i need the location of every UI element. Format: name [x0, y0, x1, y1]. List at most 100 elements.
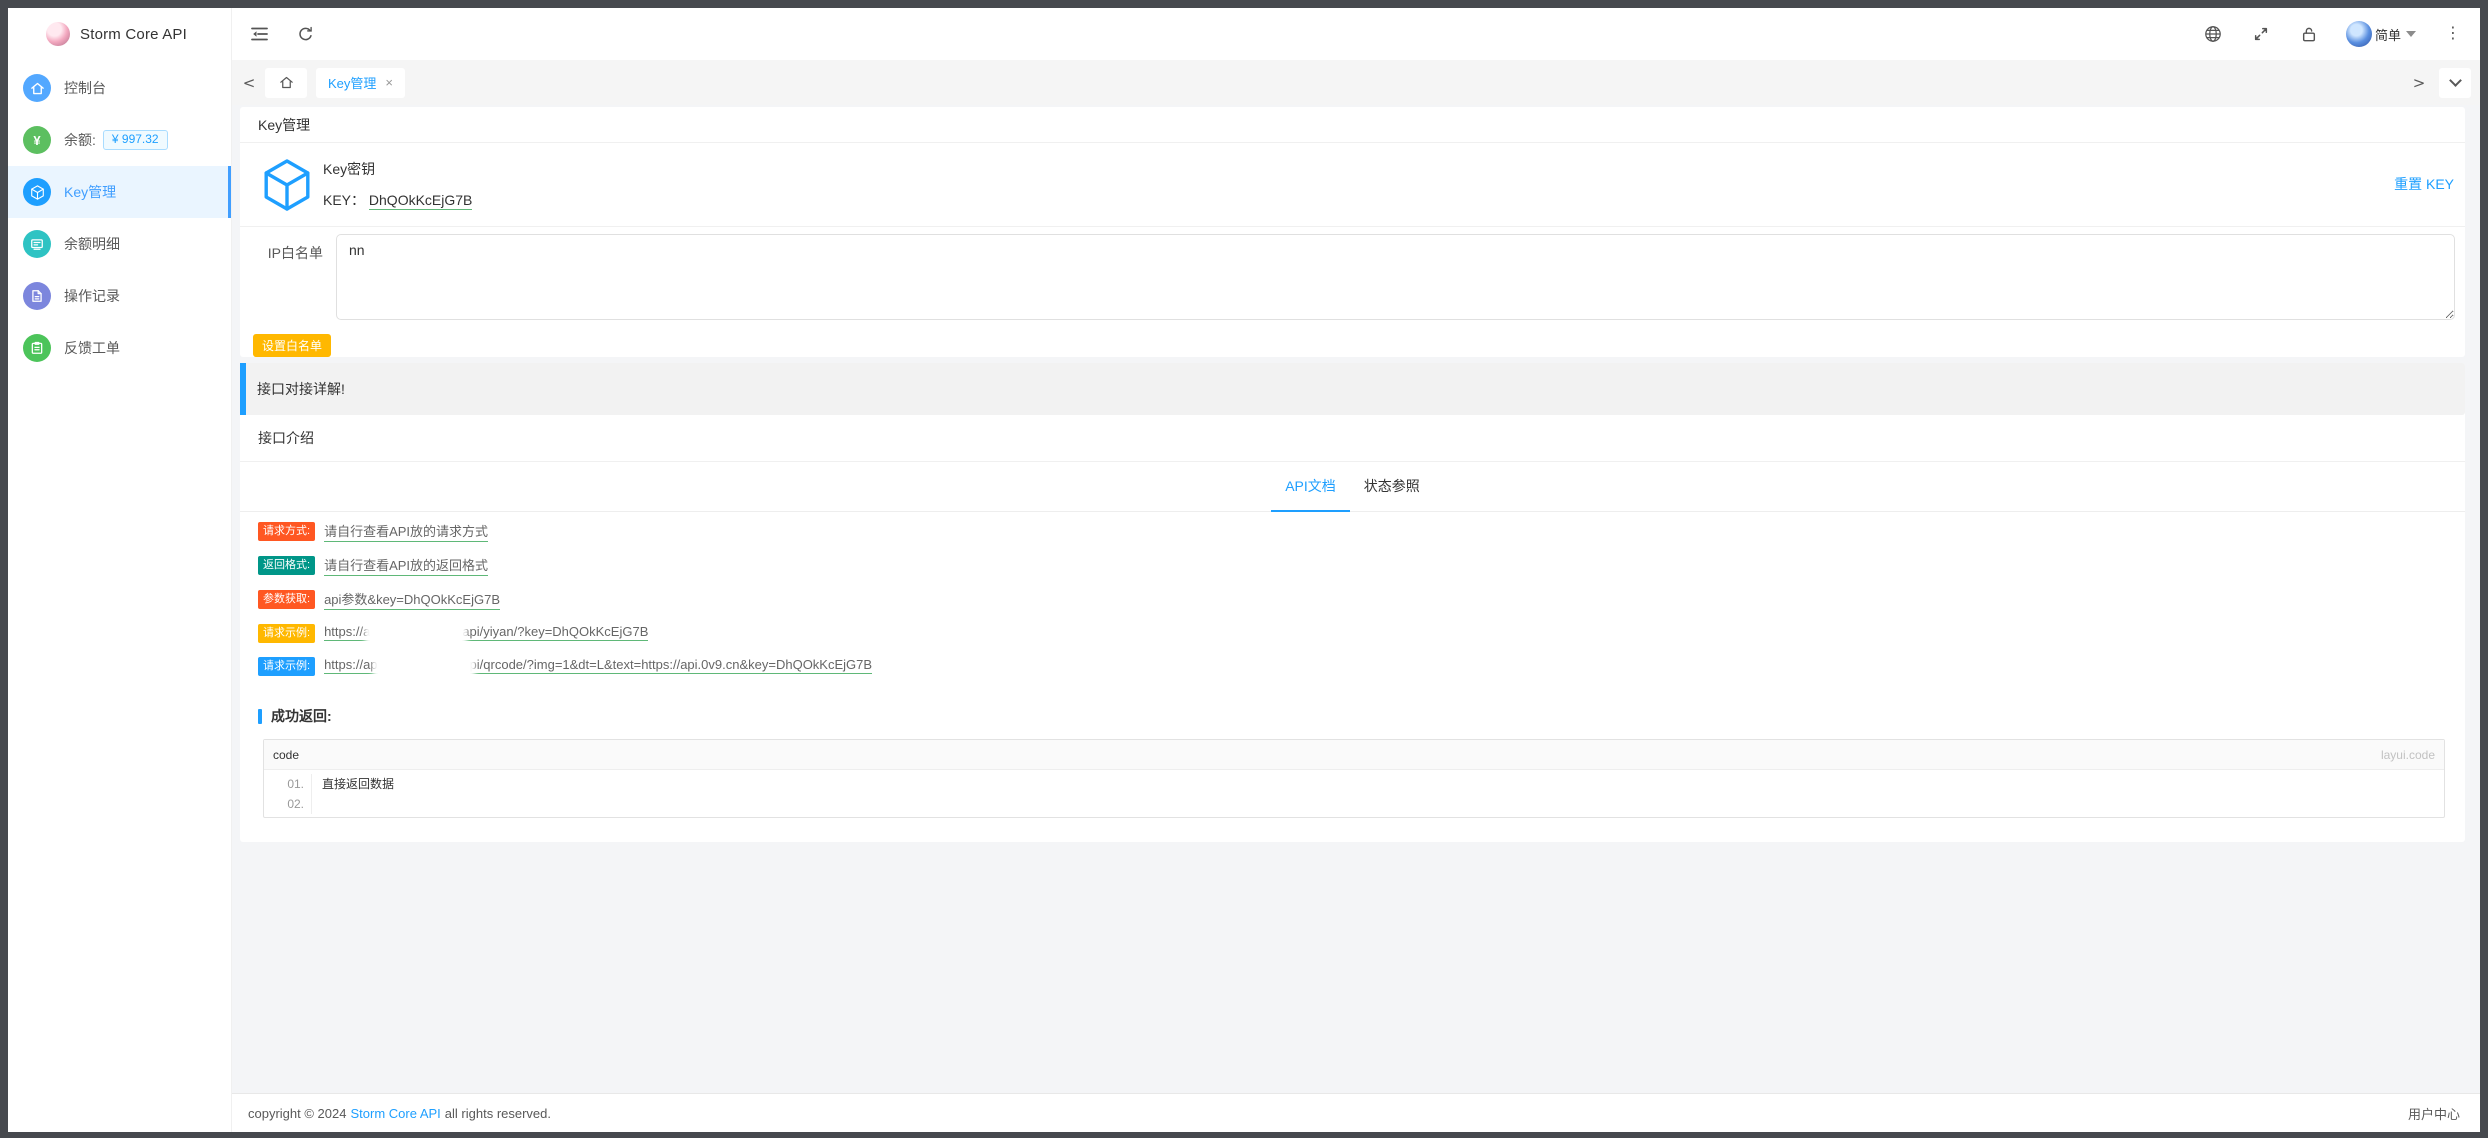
line-content: 直接返回数据: [312, 774, 394, 794]
code-block-brand: layui.code: [2381, 748, 2435, 762]
key-management-panel: Key管理 Key密钥 KEY： DhQOkKcEjG7B 重置 KEY IP白…: [240, 107, 2465, 357]
censored-blur: [378, 656, 470, 676]
user-menu[interactable]: 简单: [2346, 21, 2416, 47]
sidebar-item-label: 操作记录: [64, 286, 120, 306]
app-window: Storm Core API 控制台 ¥ 余额: ¥ 997.32 Key管理: [8, 8, 2480, 1132]
cube-icon: [23, 178, 51, 206]
tab-label: Key管理: [328, 73, 376, 92]
line-number: 01.: [264, 774, 312, 794]
whitelist-label: IP白名单: [240, 234, 336, 320]
key-section: Key密钥 KEY： DhQOkKcEjG7B 重置 KEY: [240, 143, 2465, 226]
api-docs-panel: 接口对接详解! 接口介绍 API文档 状态参照 请求方式: 请自行查看API放的…: [240, 363, 2465, 842]
key-card-title: Key密钥: [323, 159, 472, 179]
footer-brand-link[interactable]: Storm Core API: [350, 1106, 440, 1121]
reset-key-link[interactable]: 重置 KEY: [2394, 174, 2454, 194]
doc-row-text: 请自行查看API放的返回格式: [324, 555, 488, 576]
request-example-badge: 请求示例:: [258, 657, 315, 676]
param-get-badge: 参数获取:: [258, 590, 315, 609]
sidebar-item-balance[interactable]: ¥ 余额: ¥ 997.32: [8, 114, 231, 166]
sidebar: Storm Core API 控制台 ¥ 余额: ¥ 997.32 Key管理: [8, 8, 232, 1132]
code-line: 01. 直接返回数据: [264, 774, 2444, 794]
code-block-body: 01. 直接返回数据 02.: [264, 770, 2444, 817]
tab-actions-dropdown-button[interactable]: [2439, 68, 2471, 98]
sidebar-item-balance-detail[interactable]: 余额明细: [8, 218, 231, 270]
app-title: Storm Core API: [80, 26, 187, 43]
user-center-link[interactable]: 用户中心: [2408, 1104, 2460, 1123]
doc-row: 参数获取: api参数&key=DhQOkKcEjG7B: [258, 589, 2447, 610]
copyright-prefix: copyright © 2024: [248, 1106, 346, 1121]
sidebar-item-label: 控制台: [64, 78, 106, 98]
key-value[interactable]: DhQOkKcEjG7B: [369, 192, 472, 210]
url-prefix: https://a: [324, 624, 370, 641]
cube-icon: [260, 158, 314, 212]
doc-tabs: API文档 状态参照: [240, 462, 2465, 512]
line-number: 02.: [264, 794, 312, 814]
whitelist-form-row: IP白名单 nn: [240, 227, 2465, 320]
doc-row-text: api参数&key=DhQOkKcEjG7B: [324, 589, 500, 610]
top-navbar: 简单 ⋮: [232, 8, 2480, 60]
chevron-down-icon: [2449, 74, 2462, 87]
navbar-right: 简单 ⋮: [2202, 21, 2464, 47]
more-options-icon[interactable]: ⋮: [2442, 23, 2464, 45]
doc-row-url[interactable]: https://appi/qrcode/?img=1&dt=L&text=htt…: [324, 656, 872, 676]
key-label: KEY：: [323, 192, 365, 208]
set-whitelist-button[interactable]: 设置白名单: [253, 334, 331, 357]
copyright-suffix: all rights reserved.: [445, 1106, 551, 1121]
doc-row-url[interactable]: https://a api/yiyan/?key=DhQOkKcEjG7B: [324, 623, 648, 643]
file-icon: [23, 282, 51, 310]
sidebar-item-key-management[interactable]: Key管理: [8, 166, 231, 218]
doc-content: 请求方式: 请自行查看API放的请求方式 返回格式: 请自行查看API放的返回格…: [240, 512, 2465, 676]
return-format-badge: 返回格式:: [258, 556, 315, 575]
tabbar-right: >: [2411, 68, 2471, 98]
sidebar-item-feedback-ticket[interactable]: 反馈工单: [8, 322, 231, 374]
doc-row: 请求示例: https://appi/qrcode/?img=1&dt=L&te…: [258, 656, 2447, 676]
footer: copyright © 2024 Storm Core API all righ…: [232, 1093, 2480, 1132]
home-tab-button[interactable]: [265, 68, 307, 98]
logo-avatar: [46, 22, 70, 46]
success-return-label: 成功返回:: [271, 706, 332, 726]
doc-row: 请求方式: 请自行查看API放的请求方式: [258, 521, 2447, 542]
url-suffix: api/yiyan/?key=DhQOkKcEjG7B: [462, 624, 648, 641]
request-example-badge: 请求示例:: [258, 624, 315, 643]
url-prefix: https://ap: [324, 657, 377, 674]
section-title: 接口介绍: [240, 415, 2465, 462]
accent-bar: [258, 709, 262, 724]
tab-api-doc[interactable]: API文档: [1271, 462, 1350, 511]
yen-icon: ¥: [23, 126, 51, 154]
refresh-icon[interactable]: [294, 23, 316, 45]
request-method-badge: 请求方式:: [258, 522, 315, 541]
success-return-title: 成功返回:: [240, 706, 2465, 726]
key-line: KEY： DhQOkKcEjG7B: [323, 190, 472, 210]
globe-icon[interactable]: [2202, 23, 2224, 45]
fullscreen-icon[interactable]: [2250, 23, 2272, 45]
logo-row: Storm Core API: [8, 8, 231, 60]
tab-status-reference[interactable]: 状态参照: [1350, 462, 1434, 511]
tab-key-management[interactable]: Key管理 ×: [316, 68, 405, 98]
sidebar-item-label: 余额明细: [64, 234, 120, 254]
balance-badge: ¥ 997.32: [103, 130, 168, 149]
sidebar-item-label: 反馈工单: [64, 338, 120, 358]
line-content: [312, 794, 322, 814]
censored-blur: [370, 623, 462, 643]
user-avatar: [2346, 21, 2372, 47]
tabs-scroll-left-button[interactable]: <: [241, 74, 257, 92]
close-icon[interactable]: ×: [385, 75, 393, 90]
lock-icon[interactable]: [2298, 23, 2320, 45]
code-block-title: code: [273, 748, 299, 762]
tabs-scroll-right-button[interactable]: >: [2411, 74, 2427, 92]
collapse-sidebar-icon[interactable]: [248, 23, 270, 45]
main-content: Key管理 Key密钥 KEY： DhQOkKcEjG7B 重置 KEY IP白…: [232, 105, 2480, 1093]
doc-row: 请求示例: https://a api/yiyan/?key=DhQOkKcEjG…: [258, 623, 2447, 643]
whitelist-textarea[interactable]: nn: [336, 234, 2455, 320]
clipboard-icon: [23, 334, 51, 362]
sidebar-menu: 控制台 ¥ 余额: ¥ 997.32 Key管理 余额明细: [8, 60, 231, 374]
key-info: Key密钥 KEY： DhQOkKcEjG7B: [323, 158, 472, 210]
sidebar-item-console[interactable]: 控制台: [8, 62, 231, 114]
sidebar-item-label: 余额:: [64, 130, 96, 150]
doc-row: 返回格式: 请自行查看API放的返回格式: [258, 555, 2447, 576]
sidebar-item-operation-log[interactable]: 操作记录: [8, 270, 231, 322]
panel-title: Key管理: [240, 107, 2465, 143]
quote-banner: 接口对接详解!: [240, 363, 2465, 415]
user-name: 简单: [2375, 25, 2401, 44]
code-block: code layui.code 01. 直接返回数据 02.: [263, 739, 2445, 818]
